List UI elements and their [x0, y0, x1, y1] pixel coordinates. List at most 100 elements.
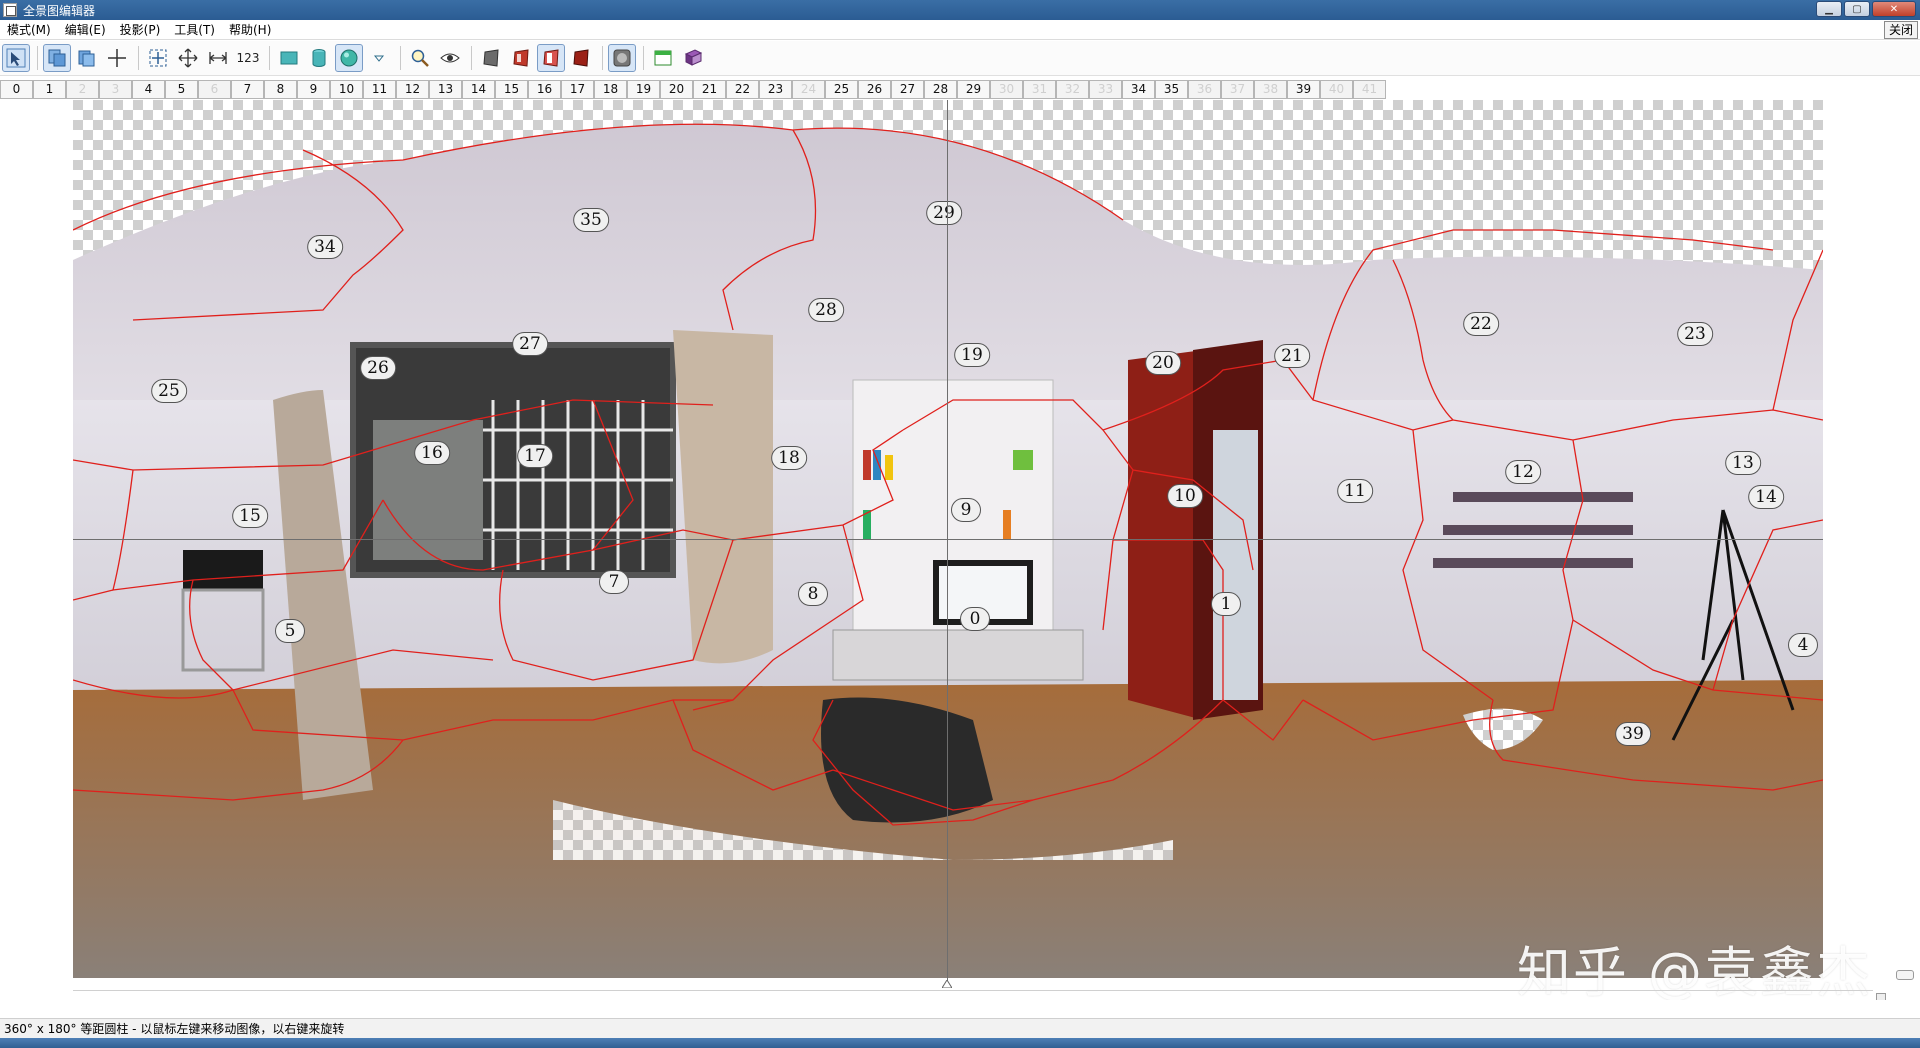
image-tab-30: 30	[990, 79, 1023, 99]
crosshair-icon[interactable]	[103, 44, 131, 72]
image-tab-25[interactable]: 25	[825, 79, 858, 99]
sphere-icon[interactable]	[335, 44, 363, 72]
image-tab-8[interactable]: 8	[264, 79, 297, 99]
toolbar-separator	[471, 46, 472, 70]
region-label-35[interactable]: 35	[573, 208, 609, 232]
horizon-guide	[73, 539, 1823, 540]
region-label-25[interactable]: 25	[151, 379, 187, 403]
fit-icon[interactable]	[144, 44, 172, 72]
dropdown-icon[interactable]	[365, 44, 393, 72]
move-icon[interactable]	[174, 44, 202, 72]
region-label-20[interactable]: 20	[1145, 351, 1181, 375]
region-label-22[interactable]: 22	[1463, 312, 1499, 336]
region-label-1[interactable]: 1	[1211, 592, 1241, 616]
region-label-9[interactable]: 9	[951, 498, 981, 522]
image-tab-10[interactable]: 10	[330, 79, 363, 99]
rectilinear-icon[interactable]	[275, 44, 303, 72]
image-tab-29[interactable]: 29	[957, 79, 990, 99]
horizontal-slider-thumb[interactable]	[1876, 993, 1886, 1000]
close-window-button[interactable]: ✕	[1872, 1, 1916, 17]
image-tab-13[interactable]: 13	[429, 79, 462, 99]
image-tab-16[interactable]: 16	[528, 79, 561, 99]
pages-icon[interactable]	[43, 44, 71, 72]
close-editor-button[interactable]: 关闭	[1883, 21, 1918, 39]
region-label-12[interactable]: 12	[1505, 460, 1541, 484]
menu-edit[interactable]: 编辑(E)	[58, 20, 113, 40]
menu-tools[interactable]: 工具(T)	[167, 20, 222, 40]
image-tab-26[interactable]: 26	[858, 79, 891, 99]
image-tab-4[interactable]: 4	[132, 79, 165, 99]
image-tab-12[interactable]: 12	[396, 79, 429, 99]
image-tab-40: 40	[1320, 79, 1353, 99]
straighten-icon[interactable]	[204, 44, 232, 72]
image-tab-7[interactable]: 7	[231, 79, 264, 99]
region-label-14[interactable]: 14	[1748, 485, 1784, 509]
region-label-39[interactable]: 39	[1615, 722, 1651, 746]
layer-red-dark-icon[interactable]	[567, 44, 595, 72]
maximize-button[interactable]: ▢	[1844, 1, 1870, 17]
minimize-button[interactable]: ▁	[1816, 1, 1842, 17]
region-label-16[interactable]: 16	[414, 441, 450, 465]
region-label-4[interactable]: 4	[1788, 633, 1818, 657]
region-label-10[interactable]: 10	[1167, 484, 1203, 508]
image-tab-0[interactable]: 0	[0, 79, 33, 99]
image-tab-11[interactable]: 11	[363, 79, 396, 99]
image-tab-33: 33	[1089, 79, 1122, 99]
right-edge-handle[interactable]	[1896, 970, 1914, 980]
image-tab-34[interactable]: 34	[1122, 79, 1155, 99]
cylinder-icon[interactable]	[305, 44, 333, 72]
image-tab-20[interactable]: 20	[660, 79, 693, 99]
layer-dark-icon[interactable]	[477, 44, 505, 72]
image-tab-9[interactable]: 9	[297, 79, 330, 99]
region-label-8[interactable]: 8	[798, 582, 828, 606]
image-tab-21[interactable]: 21	[693, 79, 726, 99]
image-tab-5[interactable]: 5	[165, 79, 198, 99]
preview-eye-icon[interactable]	[436, 44, 464, 72]
region-label-23[interactable]: 23	[1677, 322, 1713, 346]
image-tab-38: 38	[1254, 79, 1287, 99]
region-label-29[interactable]: 29	[926, 201, 962, 225]
image-tab-28[interactable]: 28	[924, 79, 957, 99]
image-tab-23[interactable]: 23	[759, 79, 792, 99]
region-label-11[interactable]: 11	[1337, 479, 1373, 503]
badge-3-icon[interactable]	[608, 44, 636, 72]
image-tab-22[interactable]: 22	[726, 79, 759, 99]
pages-stack-icon[interactable]	[73, 44, 101, 72]
region-label-7[interactable]: 7	[599, 570, 629, 594]
menu-mode[interactable]: 模式(M)	[0, 20, 58, 40]
region-label-18[interactable]: 18	[771, 446, 807, 470]
region-label-17[interactable]: 17	[517, 444, 553, 468]
window-green-icon[interactable]	[649, 44, 677, 72]
image-tab-15[interactable]: 15	[495, 79, 528, 99]
menu-projection[interactable]: 投影(P)	[113, 20, 168, 40]
region-label-15[interactable]: 15	[232, 504, 268, 528]
image-tab-18[interactable]: 18	[594, 79, 627, 99]
zoom-icon[interactable]	[406, 44, 434, 72]
image-tab-1[interactable]: 1	[33, 79, 66, 99]
region-label-27[interactable]: 27	[512, 332, 548, 356]
region-label-13[interactable]: 13	[1725, 451, 1761, 475]
menu-bar: 模式(M) 编辑(E) 投影(P) 工具(T) 帮助(H) 关闭	[0, 20, 1920, 40]
region-label-0[interactable]: 0	[960, 607, 990, 631]
select-tool-icon[interactable]	[2, 44, 30, 72]
image-tab-39[interactable]: 39	[1287, 79, 1320, 99]
region-label-19[interactable]: 19	[954, 343, 990, 367]
image-tab-17[interactable]: 17	[561, 79, 594, 99]
horizontal-slider-track[interactable]	[73, 990, 1873, 1000]
book-icon[interactable]	[679, 44, 707, 72]
region-label-26[interactable]: 26	[360, 356, 396, 380]
region-label-34[interactable]: 34	[307, 235, 343, 259]
menu-help[interactable]: 帮助(H)	[222, 20, 278, 40]
layer-red-icon[interactable]	[507, 44, 535, 72]
numbering-button[interactable]: 123	[234, 44, 262, 72]
image-tab-35[interactable]: 35	[1155, 79, 1188, 99]
toolbar-separator	[643, 46, 644, 70]
region-label-28[interactable]: 28	[808, 298, 844, 322]
panorama-canvas[interactable]: 0 1 4 5 7 8 9 10 11 12 13 14 15 16 17 18…	[0, 100, 1920, 1000]
image-tab-14[interactable]: 14	[462, 79, 495, 99]
layer-red-selected-icon[interactable]	[537, 44, 565, 72]
image-tab-19[interactable]: 19	[627, 79, 660, 99]
image-tab-27[interactable]: 27	[891, 79, 924, 99]
region-label-5[interactable]: 5	[275, 619, 305, 643]
region-label-21[interactable]: 21	[1274, 344, 1310, 368]
